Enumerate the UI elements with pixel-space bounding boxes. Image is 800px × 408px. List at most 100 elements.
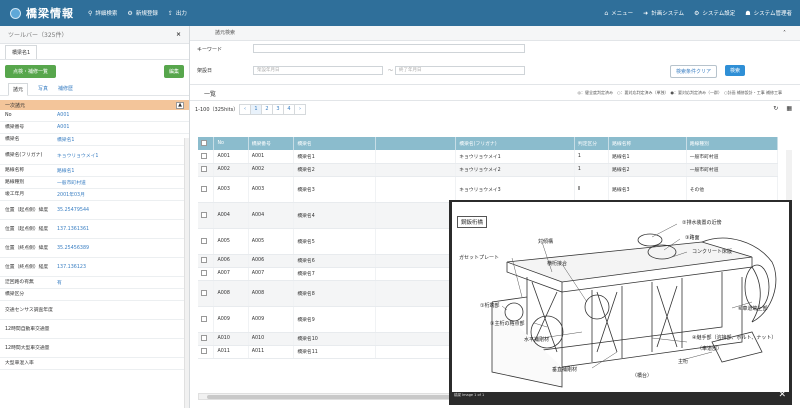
clear-search-button[interactable]: 検索条件クリア: [670, 65, 718, 78]
search-button[interactable]: 検索: [725, 65, 746, 76]
columns-icon[interactable]: ▦: [786, 105, 792, 112]
edit-button[interactable]: 編集: [163, 64, 184, 78]
cell-route: 路線名3: [608, 176, 687, 203]
tab-bridge[interactable]: 橋梁名1: [5, 45, 38, 59]
pager-row: 1-100（325hits） ‹ 1 2 3 4 › ↻ ▦: [190, 101, 800, 119]
checkbox[interactable]: [201, 153, 207, 159]
property-value[interactable]: A001: [57, 125, 69, 130]
column-header[interactable]: 路線名称: [608, 137, 687, 150]
property-value[interactable]: 路線名1: [57, 167, 74, 174]
table-row[interactable]: A002 A002 橋梁名2 キョウリョウメイ2 1 路線名2 一般市町村道: [198, 163, 779, 177]
tab-spec-search[interactable]: 諸元検索: [215, 29, 235, 36]
row-select[interactable]: [198, 332, 215, 346]
subtab-photos[interactable]: 写真: [38, 85, 48, 92]
keyword-input[interactable]: [253, 44, 525, 53]
checkbox[interactable]: [201, 270, 207, 277]
checkbox[interactable]: [201, 211, 207, 218]
property-value[interactable]: A001: [57, 113, 69, 118]
refresh-icon[interactable]: ↻: [773, 105, 778, 112]
column-header[interactable]: No: [213, 137, 249, 150]
column-header[interactable]: 判定区分: [574, 137, 610, 150]
inspection-list-button[interactable]: 点検・補修一覧: [5, 64, 57, 78]
checkbox[interactable]: [201, 289, 207, 296]
user-icon: ☗: [745, 9, 751, 17]
nav-label: 新規登録: [135, 11, 158, 17]
checkbox[interactable]: [201, 140, 207, 147]
cell-route: 路線名2: [608, 163, 687, 177]
checkbox[interactable]: [201, 335, 207, 342]
nav-item-right-0[interactable]: ⌂ メニュー: [604, 9, 633, 18]
checkbox[interactable]: [201, 315, 207, 322]
property-value[interactable]: 35.25456389: [57, 246, 89, 251]
select-all-header[interactable]: [198, 137, 215, 150]
nav-item-right-1[interactable]: ➜ 計画システム: [643, 9, 685, 18]
cell-no: A003: [213, 176, 249, 203]
checkbox[interactable]: [201, 166, 207, 173]
property-value[interactable]: 橋梁名1: [57, 136, 74, 143]
checkbox[interactable]: [201, 237, 207, 244]
chevron-up-icon[interactable]: ˄: [783, 30, 786, 37]
row-select[interactable]: [198, 228, 215, 255]
checkbox[interactable]: [201, 348, 207, 355]
cell-name: 橋梁名3: [293, 176, 377, 203]
bridge-drawing: [491, 223, 777, 388]
property-value[interactable]: 有: [57, 279, 62, 286]
property-value[interactable]: 137.1361361: [57, 227, 89, 232]
cell-num: A010: [248, 332, 295, 346]
table-tools: ↻ ▦: [773, 105, 792, 112]
page-button[interactable]: ›: [294, 104, 306, 115]
property-row: 竣工年月 2001年03月: [0, 189, 189, 201]
nav-item-left-0[interactable]: ⚲ 詳細検索: [88, 9, 117, 18]
property-row: 迂回路の有無 有: [0, 277, 189, 289]
column-header[interactable]: 橋梁番号: [248, 137, 295, 150]
system-nav: ⌂ メニュー ➜ 計画システム ⚙ システム設定 ☗ システム管理者: [604, 9, 792, 18]
column-header[interactable]: 橋梁名: [293, 137, 377, 150]
table-row[interactable]: A001 A001 橋梁名1 キョウリョウメイ1 1 路線名1 一般市町村道: [198, 150, 779, 164]
row-select[interactable]: [198, 306, 215, 333]
row-select[interactable]: [198, 176, 215, 203]
row-select[interactable]: [198, 254, 215, 268]
cell-type: 一般市町村道: [686, 163, 779, 177]
chevron-up-icon[interactable]: ▲: [176, 101, 184, 109]
row-select[interactable]: [198, 150, 215, 164]
nav-item-right-2[interactable]: ⚙ システム設定: [694, 9, 735, 18]
detail-subtabs: 諸元 写真 補修歴: [0, 82, 189, 96]
table-row[interactable]: A003 A003 橋梁名3 キョウリョウメイ3 Ⅱ 路線名3 その他: [198, 176, 779, 203]
cell-name: 橋梁名5: [293, 228, 377, 255]
gear-icon: ⚙: [127, 9, 133, 17]
column-header[interactable]: [375, 137, 457, 150]
nav-item-left-1[interactable]: ⚙ 新規登録: [127, 9, 158, 18]
property-row: 路線種別 一般市町村道: [0, 177, 189, 189]
row-select[interactable]: [198, 267, 215, 281]
column-header[interactable]: 橋梁名(フリガナ): [455, 137, 575, 150]
row-select[interactable]: [198, 345, 215, 359]
keyword-label: キーワード: [197, 47, 223, 53]
property-value[interactable]: 35.25479544: [57, 208, 89, 213]
nav-label: 計画システム: [651, 11, 685, 17]
subtab-specs[interactable]: 諸元: [8, 82, 29, 96]
section-header[interactable]: 一次諸元 ▲: [0, 100, 189, 110]
cell-no: A006: [213, 254, 249, 268]
close-icon[interactable]: ✕: [778, 390, 786, 400]
property-value[interactable]: 一般市町村道: [57, 179, 86, 186]
subtab-repairs[interactable]: 補修歴: [58, 85, 73, 92]
close-icon[interactable]: ×: [176, 31, 181, 38]
checkbox[interactable]: [201, 185, 207, 192]
nav-item-left-2[interactable]: ⇪ 出力: [168, 9, 187, 18]
row-select[interactable]: [198, 163, 215, 177]
panel-actions: 点検・補修一覧 編集: [0, 60, 189, 82]
column-header[interactable]: 路線種別: [686, 137, 779, 150]
row-select[interactable]: [198, 280, 215, 307]
property-value[interactable]: 2001年03月: [57, 191, 85, 198]
property-value[interactable]: キョウリョウメイ1: [57, 152, 98, 159]
checkbox[interactable]: [201, 257, 207, 264]
nav-label: 出力: [175, 11, 187, 17]
panel-scrollbar[interactable]: [184, 138, 189, 408]
nav-item-right-3[interactable]: ☗ システム管理者: [745, 9, 792, 18]
row-select[interactable]: [198, 202, 215, 229]
date-from-input[interactable]: 架設年月日: [253, 66, 383, 75]
property-key: 位置（起点側）緯度: [5, 207, 49, 213]
date-to-input[interactable]: 終了年月日: [395, 66, 525, 75]
cell-type: その他: [686, 176, 779, 203]
property-value[interactable]: 137.136123: [57, 265, 86, 270]
